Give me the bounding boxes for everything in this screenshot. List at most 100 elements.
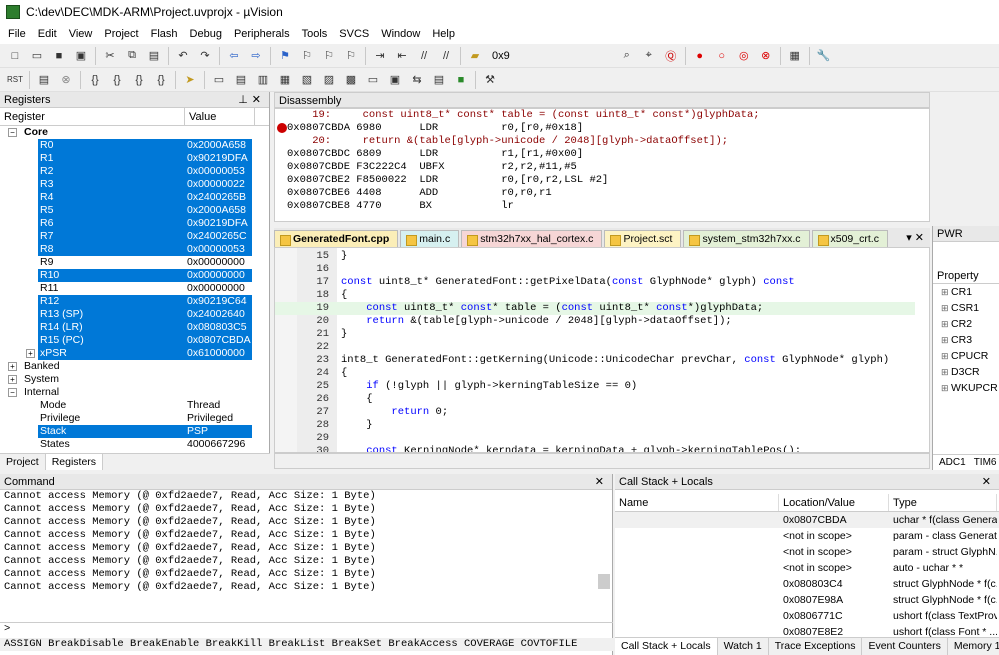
collapse-icon[interactable]: − <box>8 128 17 137</box>
code-text[interactable]: } <box>341 328 347 341</box>
disassembly-line[interactable]: 0x0807CBE6 4408 ADD r0,r0,r1 <box>275 187 929 200</box>
pwr-register-row[interactable]: ⊞ CSR1 <box>933 300 999 316</box>
back-icon[interactable]: ⇦ <box>224 46 244 66</box>
find-in-files-icon[interactable]: ▰ <box>465 46 485 66</box>
command-window-icon[interactable]: ▭ <box>209 70 229 90</box>
bookmark-clear-icon[interactable]: ⚐ <box>341 46 361 66</box>
pwr-register-row[interactable]: ⊞ CR3 <box>933 332 999 348</box>
tab-registers[interactable]: Registers <box>45 454 104 470</box>
register-row[interactable]: R3 0x00000022 <box>0 178 269 191</box>
register-row[interactable]: States 4000667296 <box>0 438 269 451</box>
bookmark-icon[interactable]: ⚑ <box>275 46 295 66</box>
copy-icon[interactable]: ⧉ <box>122 46 142 66</box>
breakpoint-disable-icon[interactable]: ○ <box>712 46 732 66</box>
menu-debug[interactable]: Debug <box>184 24 228 44</box>
editor-tabs-close-icon[interactable]: ▾ ✕ <box>906 230 930 247</box>
code-line[interactable]: 16 <box>275 263 915 276</box>
code-line[interactable]: 26 { <box>275 393 915 406</box>
comment-icon[interactable]: // <box>414 46 434 66</box>
register-row[interactable]: Mode Thread <box>0 399 269 412</box>
run-to-cursor-icon[interactable]: {} <box>151 70 171 90</box>
code-text[interactable]: const KerningNode* kerndata = kerningDat… <box>341 445 801 452</box>
redo-icon[interactable]: ↷ <box>195 46 215 66</box>
reg-group-core[interactable]: − Core <box>0 126 269 139</box>
code-line[interactable]: 28 } <box>275 419 915 432</box>
find-icon[interactable]: ⌕ <box>617 46 637 66</box>
code-line[interactable]: 25 if (!glyph || glyph->kerningTableSize… <box>275 380 915 393</box>
register-value[interactable]: 0x2400265C <box>187 230 247 243</box>
register-row[interactable]: R8 0x00000053 <box>0 243 269 256</box>
register-value[interactable]: Privileged <box>187 412 233 425</box>
register-value[interactable]: 0x90219C64 <box>187 295 247 308</box>
register-row[interactable]: R2 0x00000053 <box>0 165 269 178</box>
command-close-icon[interactable]: ✕ <box>595 474 612 489</box>
col-register[interactable]: Register <box>0 108 185 125</box>
step-into-icon[interactable]: {} <box>85 70 105 90</box>
register-value[interactable]: 0x00000000 <box>187 256 245 269</box>
register-value[interactable]: 0x90219DFA <box>187 217 248 230</box>
register-value[interactable]: 0x61000000 <box>187 347 245 360</box>
indent-icon[interactable]: ⇥ <box>370 46 390 66</box>
register-value[interactable]: 0x24002640 <box>187 308 245 321</box>
symbols-window-icon[interactable]: ▥ <box>253 70 273 90</box>
disassembly-line[interactable]: 0x0807CBE8 4770 BX lr <box>275 200 929 213</box>
debug-settings-icon[interactable]: ⚒ <box>480 70 500 90</box>
tab-event-counters[interactable]: Event Counters <box>862 638 948 655</box>
code-line[interactable]: 21} <box>275 328 915 341</box>
code-text[interactable]: const uint8_t* const* table = (const uin… <box>341 302 763 315</box>
call-stack-row[interactable]: ⊞ Font::getGlyph0x0807E98Astruct GlyphNo… <box>615 592 999 608</box>
code-text[interactable]: { <box>341 367 347 380</box>
col-value[interactable]: Value <box>185 108 255 125</box>
code-text[interactable]: } <box>341 419 372 432</box>
register-row[interactable]: R14 (LR) 0x080803C5 <box>0 321 269 334</box>
serial-window-icon[interactable]: ▭ <box>363 70 383 90</box>
new-file-icon[interactable]: □ <box>5 46 25 66</box>
reg-group-banked[interactable]: + Banked <box>0 360 269 373</box>
tab-watch-1[interactable]: Watch 1 <box>718 638 769 655</box>
tab-trace-exceptions[interactable]: Trace Exceptions <box>769 638 863 655</box>
undo-icon[interactable]: ↶ <box>173 46 193 66</box>
register-row[interactable]: R0 0x2000A658 <box>0 139 269 152</box>
reset-icon[interactable]: RST <box>5 70 25 90</box>
editor-tab[interactable]: stm32h7xx_hal_cortex.c <box>461 230 603 247</box>
breakpoint-kill-all-icon[interactable]: ⊗ <box>756 46 776 66</box>
cut-icon[interactable]: ✂ <box>100 46 120 66</box>
window-layout-icon[interactable]: ▦ <box>785 46 805 66</box>
code-text[interactable]: { <box>341 289 347 302</box>
menu-window[interactable]: Window <box>375 24 426 44</box>
panel-pin-close-icon[interactable]: ⊥✕ <box>238 92 269 107</box>
register-row[interactable]: Stack PSP <box>0 425 269 438</box>
expand-icon[interactable]: + <box>8 375 17 384</box>
tab-tim6[interactable]: TIM6 <box>966 455 997 470</box>
editor-hscrollbar[interactable] <box>274 453 930 469</box>
code-text[interactable]: { <box>341 393 372 406</box>
pwr-register-row[interactable]: ⊞ D3CR <box>933 364 999 380</box>
unindent-icon[interactable]: ⇤ <box>392 46 412 66</box>
col-name[interactable]: Name <box>615 494 779 511</box>
register-row[interactable]: R4 0x2400265B <box>0 191 269 204</box>
code-line[interactable]: 24 { <box>275 367 915 380</box>
menu-tools[interactable]: Tools <box>296 24 334 44</box>
register-value[interactable]: 0x2000A658 <box>187 204 246 217</box>
col-type[interactable]: Type <box>889 494 997 511</box>
find-combo-value[interactable]: 0x9 <box>492 50 510 62</box>
disassembly-window[interactable]: 19: const uint8_t* const* table = (const… <box>274 108 930 222</box>
register-value[interactable]: 0x2400265B <box>187 191 246 204</box>
code-editor[interactable]: 15} 16 17 const uint8_t* GeneratedFont::get… <box>274 247 930 453</box>
code-text[interactable]: int8_t GeneratedFont::getKerning(Unicode… <box>341 354 889 367</box>
disassembly-window-icon[interactable]: ▤ <box>231 70 251 90</box>
menu-flash[interactable]: Flash <box>145 24 184 44</box>
memory-window-icon[interactable]: ▩ <box>341 70 361 90</box>
code-text[interactable]: } <box>341 250 347 263</box>
code-line[interactable]: 20 return &(table[glyph->unicode / 2048]… <box>275 315 915 328</box>
disassembly-line[interactable]: 19: const uint8_t* const* table = (const… <box>275 109 929 122</box>
paste-icon[interactable]: ▤ <box>144 46 164 66</box>
disassembly-line[interactable]: 0x0807CBDC 6809 LDR r1,[r1,#0x00] <box>275 148 929 161</box>
menu-project[interactable]: Project <box>98 24 144 44</box>
stop-icon[interactable]: ⊗ <box>56 70 76 90</box>
register-row[interactable]: + xPSR 0x61000000 <box>0 347 269 360</box>
menu-edit[interactable]: Edit <box>32 24 63 44</box>
code-text[interactable]: return &(table[glyph->unicode / 2048][gl… <box>341 315 731 328</box>
code-text[interactable]: if (!glyph || glyph->kerningTableSize ==… <box>341 380 637 393</box>
pwr-register-row[interactable]: ⊞ WKUPCR <box>933 380 999 396</box>
